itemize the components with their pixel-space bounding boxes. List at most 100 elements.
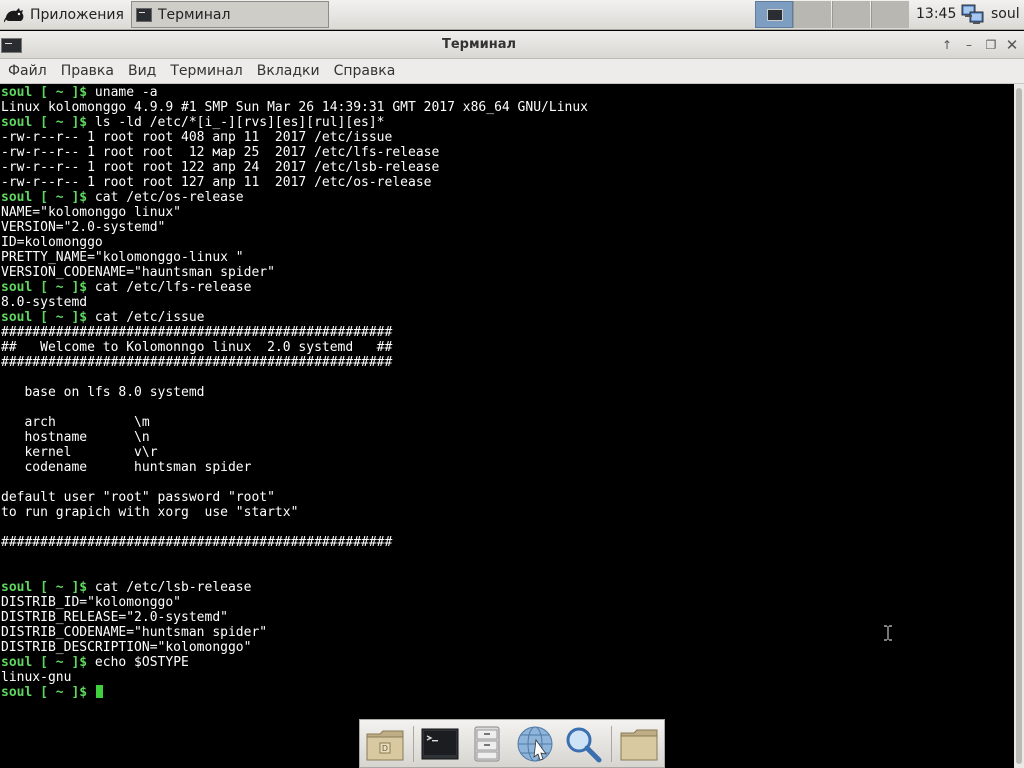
command-output: ## Welcome to Kolomonngo linux 2.0 syste… bbox=[1, 340, 393, 355]
menu-edit[interactable]: Правка bbox=[54, 63, 121, 79]
clock[interactable]: 13:45 bbox=[916, 6, 956, 22]
top-panel: Приложения Терминал 13:45 soul bbox=[0, 0, 1024, 30]
taskbar-item-label: Терминал bbox=[158, 6, 231, 23]
workspace-4[interactable] bbox=[871, 1, 909, 28]
window-titlebar[interactable]: Терминал ↑ – ❐ ✕ bbox=[0, 31, 1024, 59]
mouse-logo-icon bbox=[4, 8, 24, 23]
terminal-line: codename huntsman spider bbox=[1, 460, 588, 475]
shell-command: uname -a bbox=[94, 85, 158, 100]
command-output: ########################################… bbox=[1, 535, 393, 550]
menu-file[interactable]: Файл bbox=[1, 63, 54, 79]
applications-menu-button[interactable]: Приложения bbox=[4, 3, 124, 27]
terminal-line: ########################################… bbox=[1, 355, 588, 370]
command-output: DISTRIB_RELEASE="2.0-systemd" bbox=[1, 610, 228, 625]
terminal-launcher-icon[interactable] bbox=[419, 724, 461, 764]
terminal-line: DISTRIB_ID="kolomonggo" bbox=[1, 595, 588, 610]
terminal-output[interactable]: soul [ ~ ]$ uname -a Linux kolomonggo 4.9… bbox=[0, 84, 1014, 768]
command-output: VERSION="2.0-systemd" bbox=[1, 220, 166, 235]
terminal-line: hostname \n bbox=[1, 430, 588, 445]
terminal-line: DISTRIB_RELEASE="2.0-systemd" bbox=[1, 610, 588, 625]
workspace-window-thumbnail bbox=[767, 9, 783, 21]
minimize-icon[interactable]: – bbox=[960, 37, 978, 53]
shell-prompt: soul [ ~ ]$ bbox=[1, 655, 95, 670]
shell-command: echo $OSTYPE bbox=[94, 655, 189, 670]
terminal-lines: soul [ ~ ]$ uname -a Linux kolomonggo 4.9… bbox=[1, 85, 588, 700]
shell-prompt: soul [ ~ ]$ bbox=[1, 115, 95, 130]
dock-separator bbox=[611, 726, 612, 762]
web-browser-globe-icon[interactable] bbox=[514, 724, 556, 764]
menu-terminal[interactable]: Терминал bbox=[163, 63, 249, 79]
shell-command: ls -ld /etc/*[i_-][rvs][es][rul][es]* bbox=[94, 115, 385, 130]
terminal-line: default user "root" password "root" bbox=[1, 490, 588, 505]
shell-command: cat /etc/issue bbox=[94, 310, 205, 325]
terminal-line: base on lfs 8.0 systemd bbox=[1, 385, 588, 400]
terminal-line: to run grapich with xorg use "startx" bbox=[1, 505, 588, 520]
shell-prompt: soul [ ~ ]$ bbox=[1, 310, 95, 325]
command-output: -rw-r--r-- 1 root root 127 апр 11 2017 /… bbox=[1, 175, 432, 190]
close-icon[interactable]: ✕ bbox=[1003, 37, 1021, 53]
applications-menu-label: Приложения bbox=[30, 7, 124, 23]
svg-text:D: D bbox=[382, 744, 388, 753]
ibeam-cursor-icon bbox=[884, 625, 892, 641]
terminal-line: ID=kolomonggo bbox=[1, 235, 588, 250]
command-output: to run grapich with xorg use "startx" bbox=[1, 505, 299, 520]
terminal-line: VERSION_CODENAME="hauntsman spider" bbox=[1, 265, 588, 280]
terminal-line: kernel v\r bbox=[1, 445, 588, 460]
shell-command: cat /etc/os-release bbox=[94, 190, 244, 205]
terminal-line: NAME="kolomonggo linux" bbox=[1, 205, 588, 220]
shell-prompt: soul [ ~ ]$ bbox=[1, 280, 95, 295]
home-folder-icon[interactable]: D bbox=[364, 724, 406, 764]
terminal-line: -rw-r--r-- 1 root root 408 апр 11 2017 /… bbox=[1, 130, 588, 145]
terminal-line: soul [ ~ ]$ cat /etc/issue bbox=[1, 310, 588, 325]
command-output: kernel v\r bbox=[1, 445, 158, 460]
terminal-line: linux-gnu bbox=[1, 670, 588, 685]
terminal-line: 8.0-systemd bbox=[1, 295, 588, 310]
command-output: -rw-r--r-- 1 root root 12 мар 25 2017 /e… bbox=[1, 145, 440, 160]
terminal-line: arch \m bbox=[1, 415, 588, 430]
terminal-line: soul [ ~ ]$ cat /etc/lfs-release bbox=[1, 280, 588, 295]
shell-command: cat /etc/lsb-release bbox=[94, 580, 252, 595]
dock: D bbox=[359, 719, 665, 768]
taskbar-item-terminal[interactable]: Терминал bbox=[131, 1, 329, 28]
command-output: ########################################… bbox=[1, 355, 393, 370]
menu-tabs[interactable]: Вкладки bbox=[250, 63, 327, 79]
workspace-1[interactable] bbox=[755, 1, 793, 28]
command-output: -rw-r--r-- 1 root root 122 апр 24 2017 /… bbox=[1, 160, 440, 175]
command-output: default user "root" password "root" bbox=[1, 490, 275, 505]
search-icon[interactable] bbox=[562, 724, 604, 764]
keep-above-icon[interactable]: ↑ bbox=[938, 37, 956, 53]
file-cabinet-icon[interactable] bbox=[467, 724, 507, 764]
terminal-line: DISTRIB_CODENAME="huntsman spider" bbox=[1, 625, 588, 640]
menu-view[interactable]: Вид bbox=[121, 63, 163, 79]
command-output: PRETTY_NAME="kolomonggo-linux " bbox=[1, 250, 244, 265]
command-output: NAME="kolomonggo linux" bbox=[1, 205, 182, 220]
terminal-line: ## Welcome to Kolomonngo linux 2.0 syste… bbox=[1, 340, 588, 355]
terminal-line: Linux kolomonggo 4.9.9 #1 SMP Sun Mar 26… bbox=[1, 100, 588, 115]
shell-prompt: soul [ ~ ]$ bbox=[1, 85, 95, 100]
maximize-icon[interactable]: ❐ bbox=[982, 37, 1000, 53]
network-computers-icon[interactable] bbox=[960, 3, 986, 27]
command-output: 8.0-systemd bbox=[1, 295, 88, 310]
command-output: codename huntsman spider bbox=[1, 460, 252, 475]
scrollbar-thumb[interactable] bbox=[1016, 88, 1022, 764]
shell-command: cat /etc/lfs-release bbox=[94, 280, 252, 295]
terminal-line: soul [ ~ ]$ bbox=[1, 685, 588, 700]
shell-prompt: soul [ ~ ]$ bbox=[1, 190, 95, 205]
workspace-2[interactable] bbox=[793, 1, 831, 28]
terminal-line: PRETTY_NAME="kolomonggo-linux " bbox=[1, 250, 588, 265]
window-title: Терминал bbox=[441, 37, 516, 52]
user-name[interactable]: soul bbox=[991, 6, 1020, 22]
command-output: ########################################… bbox=[1, 325, 393, 340]
command-output: DISTRIB_DESCRIPTION="kolomonggo" bbox=[1, 640, 252, 655]
folder-icon[interactable] bbox=[618, 724, 660, 764]
terminal-line: soul [ ~ ]$ uname -a bbox=[1, 85, 588, 100]
terminal-scrollbar[interactable] bbox=[1014, 84, 1024, 768]
workspace-3[interactable] bbox=[832, 1, 870, 28]
menu-help[interactable]: Справка bbox=[327, 63, 403, 79]
terminal-line: ########################################… bbox=[1, 325, 588, 340]
terminal-line: DISTRIB_DESCRIPTION="kolomonggo" bbox=[1, 640, 588, 655]
